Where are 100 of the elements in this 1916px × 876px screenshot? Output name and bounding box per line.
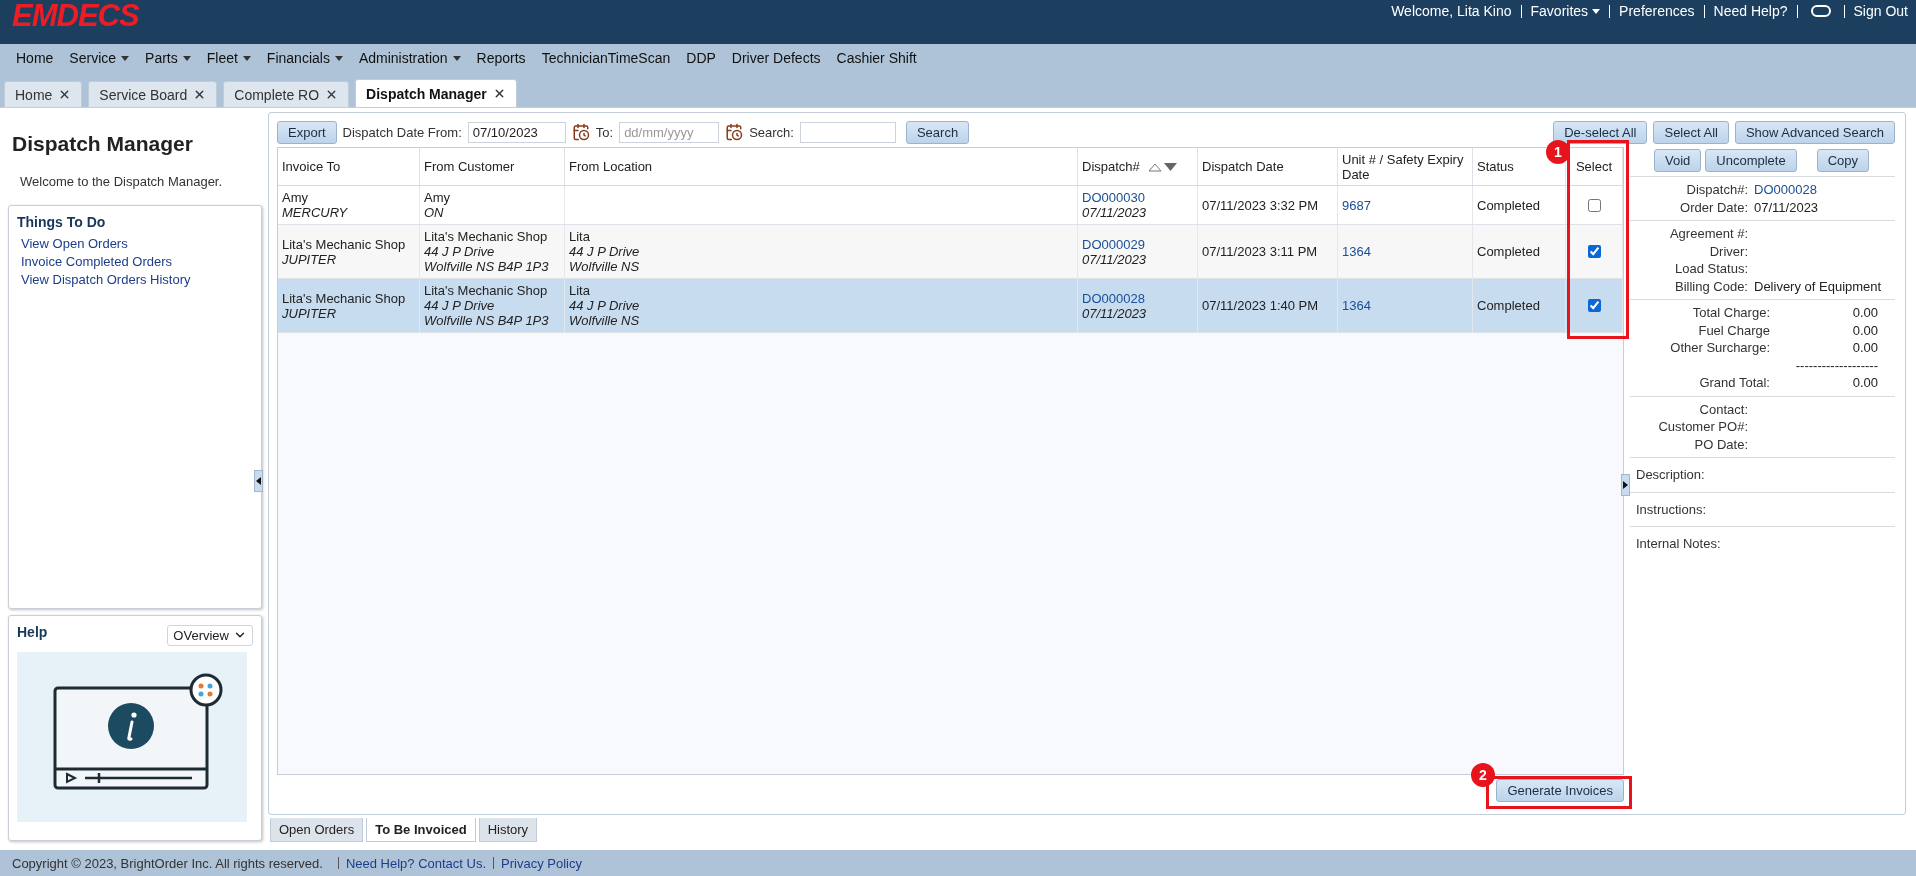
action-button[interactable]: Void [1654, 149, 1702, 172]
date-from-field[interactable]: 07/10/2023 [467, 121, 566, 143]
table-cell: ON [424, 205, 444, 220]
table-cell: Completed [1477, 298, 1540, 313]
page-tab[interactable]: Complete RO [223, 81, 350, 107]
header-link[interactable]: Preferences [1619, 3, 1695, 19]
column-header[interactable]: Unit # / Safety Expiry Date [1342, 151, 1468, 182]
collapse-handle[interactable] [254, 470, 263, 492]
table-row[interactable]: Lita's Mechanic Shop JUPITER Lita's Mechanic Shop 44 J P Drive Wolfville NS B4P 1P3 Lita 44 J P Drive Wolfville NS DO000028 07/11/2023 07/11/2023 1:40 PM 1364 Completed [278, 279, 1566, 332]
help-topic-select[interactable]: OVerview [167, 624, 253, 646]
detail-label: PO Date: [1693, 435, 1748, 453]
header-link[interactable]: Sign Out [1853, 3, 1908, 19]
field-label: Dispatch Date From: [342, 124, 462, 140]
page-tab[interactable]: Home [4, 81, 83, 107]
field-label: Search: [749, 124, 794, 140]
table-cell: Lita [569, 283, 590, 298]
todo-link[interactable]: View Open Orders [21, 236, 253, 251]
welcome-message: Welcome to the Dispatch Manager. [20, 174, 224, 189]
detail-value[interactable]: DO000028 [1754, 181, 1895, 199]
menu-item[interactable]: Home [8, 50, 62, 66]
table-cell: Wolfville NS [569, 313, 640, 328]
view-tab[interactable]: Open Orders [270, 818, 364, 842]
detail-label: Order Date: [1679, 198, 1748, 216]
column-header[interactable]: From Location [569, 159, 653, 174]
menu-item[interactable]: Financials [258, 50, 351, 66]
view-tab[interactable]: History [478, 818, 538, 842]
field-label: To: [595, 124, 614, 140]
header-link[interactable]: Need Help? [1713, 3, 1788, 19]
search-button[interactable]: Search [905, 120, 970, 144]
menu-item[interactable]: Driver Defects [723, 50, 829, 66]
detail-label: Load Status: [1674, 260, 1748, 278]
menu-item[interactable]: Administration [350, 50, 469, 66]
charge-label: Total Charge: [1691, 304, 1770, 322]
select-checkbox[interactable] [1587, 299, 1601, 312]
generate-invoices-button[interactable]: Generate Invoices [1496, 779, 1624, 802]
page-tab[interactable]: Service Board [88, 81, 218, 107]
column-header[interactable]: Status [1477, 159, 1514, 174]
detail-value: 07/11/2023 [1754, 198, 1820, 216]
emdecs-logo: EMDECS [12, 0, 139, 32]
callout-number: 2 [1471, 763, 1495, 787]
sort-icon[interactable] [1147, 161, 1178, 172]
select-checkbox[interactable] [1587, 198, 1601, 212]
table-cell: 07/11/2023 [1082, 205, 1147, 220]
action-button[interactable]: Uncomplete [1705, 149, 1797, 172]
todo-link[interactable]: Invoice Completed Orders [21, 254, 253, 269]
footer-link[interactable]: Need Help? Contact Us. [345, 855, 487, 871]
chat-icon[interactable] [1810, 5, 1831, 17]
expand-handle[interactable] [1621, 474, 1630, 496]
toolbar-button[interactable]: Show Advanced Search [1734, 120, 1895, 144]
table-cell: Completed [1477, 197, 1540, 213]
table-cell: 44 J P Drive [569, 298, 640, 313]
date-to-field[interactable]: dd/mm/yyyy [619, 121, 720, 143]
copyright-text: Copyright © 2023, BrightOrder Inc. All rights reserved. [12, 855, 323, 871]
unit-link[interactable]: 1364 [1342, 244, 1371, 259]
footer-link[interactable]: Privacy Policy [501, 855, 582, 871]
table-row[interactable]: Lita's Mechanic Shop JUPITER Lita's Mechanic Shop 44 J P Drive Wolfville NS B4P 1P3 Lita 44 J P Drive Wolfville NS DO000029 07/11/2023 07/11/2023 3:11 PM 1364 Completed [278, 225, 1566, 278]
dispatch-link[interactable]: DO000028 [1082, 290, 1145, 306]
menu-item[interactable]: DDP [678, 50, 724, 66]
dispatch-link[interactable]: DO000029 [1082, 236, 1145, 252]
table-cell: 07/11/2023 3:32 PM [1202, 197, 1319, 213]
table-cell: Lita's Mechanic Shop [424, 283, 548, 298]
column-header[interactable]: From Customer [424, 159, 515, 174]
charge-amount: 0.00 [1851, 304, 1878, 322]
action-button[interactable]: Copy [1816, 149, 1870, 172]
favorites-dropdown[interactable]: Favorites [1530, 3, 1601, 19]
column-header[interactable]: Dispatch Date [1202, 159, 1284, 174]
calendar-icon[interactable] [571, 123, 590, 141]
dispatch-link[interactable]: DO000030 [1082, 190, 1145, 205]
todo-link[interactable]: View Dispatch Orders History [21, 272, 253, 287]
column-header[interactable]: Select [1575, 159, 1613, 174]
menu-item[interactable]: Cashier Shift [828, 50, 925, 66]
table-cell: 44 J P Drive [424, 244, 495, 259]
select-checkbox[interactable] [1587, 245, 1601, 258]
unit-link[interactable]: 1364 [1342, 298, 1371, 313]
callout-number: 1 [1546, 140, 1570, 164]
welcome-text: Welcome, Lita Kino [1391, 3, 1512, 19]
menu-item[interactable]: Service [61, 50, 138, 66]
charge-amount: 0.00 [1851, 339, 1878, 357]
export-button[interactable]: Export [277, 120, 337, 144]
charge-label: Fuel Charge [1697, 321, 1770, 339]
calendar-icon[interactable] [725, 123, 744, 141]
charge-label: Grand Total: [1698, 374, 1770, 392]
menu-item[interactable]: Reports [468, 50, 534, 66]
panel-title: Things To Do [17, 214, 107, 230]
page-title: Dispatch Manager [12, 132, 194, 156]
table-cell: 44 J P Drive [424, 298, 495, 313]
column-header[interactable]: Dispatch# [1082, 159, 1140, 174]
menu-item[interactable]: Parts [137, 50, 199, 66]
toolbar-button[interactable]: Select All [1653, 120, 1729, 144]
table-cell: Lita's Mechanic Shop [282, 236, 406, 252]
page-tab[interactable]: Dispatch Manager [355, 79, 517, 107]
charge-label: Other Surcharge: [1669, 339, 1770, 357]
table-cell: Lita's Mechanic Shop [424, 229, 548, 244]
menu-item[interactable]: TechnicianTimeScan [533, 50, 679, 66]
table-cell: MERCURY [282, 205, 348, 220]
menu-item[interactable]: Fleet [198, 50, 259, 66]
column-header[interactable]: Invoice To [282, 159, 341, 174]
search-field[interactable] [799, 121, 896, 143]
unit-link[interactable]: 9687 [1342, 197, 1371, 213]
view-tab[interactable]: To Be Invoiced [366, 818, 476, 842]
